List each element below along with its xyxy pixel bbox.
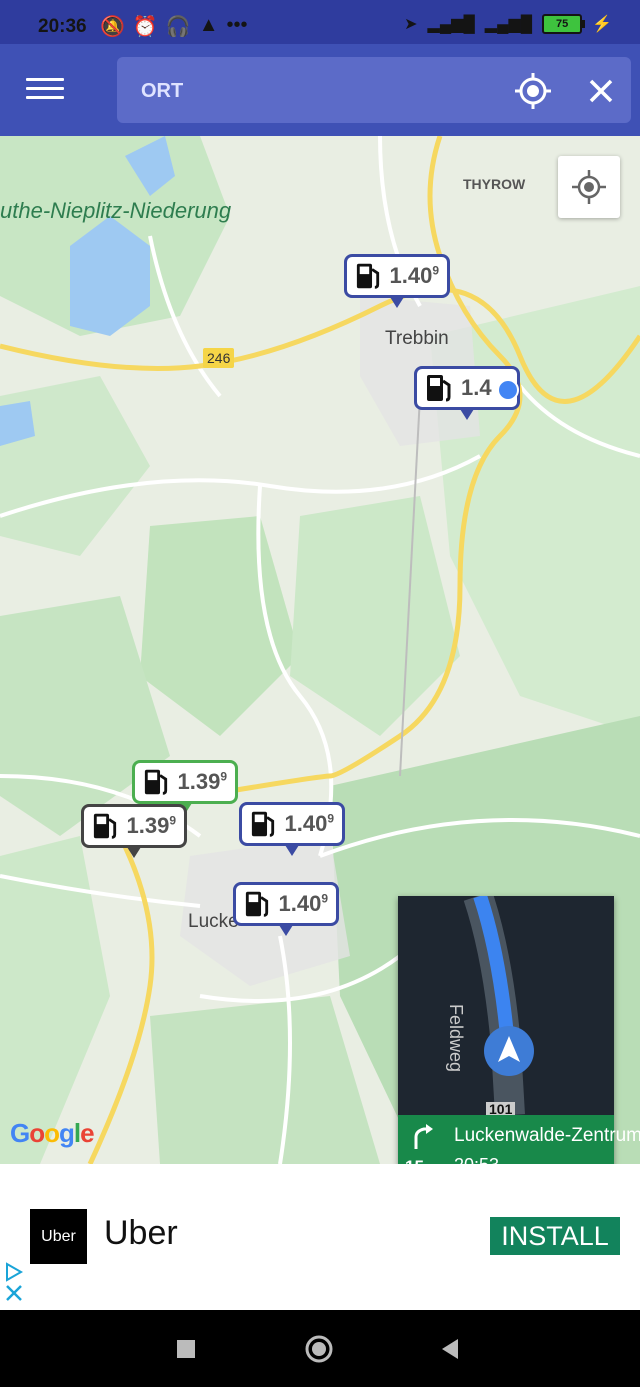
town-label-luckenwalde: Lucke bbox=[188, 911, 239, 932]
station-marker[interactable]: 1.409 bbox=[344, 254, 450, 308]
app-bar bbox=[0, 44, 640, 136]
station-marker-closed[interactable]: 1.399 bbox=[81, 804, 187, 858]
fuel-pump-icon bbox=[93, 813, 117, 839]
fuel-pump-icon bbox=[144, 769, 168, 795]
menu-icon-line bbox=[26, 78, 64, 81]
signal-lte-icon: ▂▄▆█ bbox=[427, 16, 475, 33]
price-label: 1.409 bbox=[284, 811, 334, 836]
close-icon bbox=[589, 79, 613, 103]
current-location-dot bbox=[497, 379, 519, 401]
town-label-thyrow: THYROW bbox=[463, 176, 526, 192]
battery-icon: 75 bbox=[542, 14, 586, 34]
back-button[interactable] bbox=[436, 1334, 466, 1364]
town-label-trebbin: Trebbin bbox=[385, 328, 449, 349]
status-time: 20:36 bbox=[38, 16, 87, 37]
ad-choices[interactable] bbox=[4, 1262, 24, 1302]
alarm-icon: ⏰ bbox=[132, 16, 158, 38]
road-name-label: Feldweg bbox=[446, 1004, 466, 1073]
station-marker-cheapest[interactable]: 1.399 bbox=[132, 760, 238, 814]
install-button[interactable]: INSTALL bbox=[490, 1217, 620, 1255]
status-icons-right: ➤ ▂▄▆█ ▂▄▆█ 75 ⚡ bbox=[404, 14, 612, 34]
station-marker[interactable]: 1.409 bbox=[233, 882, 339, 936]
price-label: 1.409 bbox=[278, 891, 328, 916]
gps-icon bbox=[572, 170, 606, 204]
navigation-overlay[interactable]: Feldweg 101 15 km Luckenwalde-Zentrum 20… bbox=[398, 896, 640, 1183]
more-notifications-icon: ••• bbox=[226, 14, 248, 36]
heading-arrow-icon bbox=[484, 1026, 534, 1076]
station-marker[interactable]: 1.409 bbox=[239, 802, 345, 856]
google-logo: Google bbox=[10, 1118, 95, 1148]
search-box bbox=[117, 57, 631, 125]
fuel-pump-icon bbox=[356, 263, 380, 289]
price-label: 1.399 bbox=[177, 769, 227, 794]
signal-roaming-icon: ▂▄▆█ bbox=[484, 16, 533, 33]
locate-button[interactable] bbox=[513, 71, 553, 111]
my-location-button[interactable] bbox=[558, 156, 620, 218]
menu-icon-line bbox=[26, 96, 64, 99]
fuel-pump-icon bbox=[245, 891, 269, 917]
destination-label: Luckenwalde-Zentrum bbox=[454, 1125, 640, 1146]
square-icon bbox=[177, 1340, 195, 1358]
price-label: 1.4 bbox=[461, 375, 492, 400]
nature-reserve-label: uthe-Nieplitz-Niederung bbox=[0, 198, 232, 223]
charging-icon: ⚡ bbox=[592, 16, 612, 33]
road-shield: 246 bbox=[203, 348, 235, 368]
turn-right-icon bbox=[414, 1124, 433, 1149]
ad-app-name: Uber bbox=[104, 1214, 178, 1252]
route-line bbox=[463, 896, 525, 1115]
route-badge: 101 bbox=[486, 1102, 516, 1115]
circle-icon bbox=[305, 1335, 333, 1363]
crosshair-icon bbox=[515, 73, 551, 109]
status-icons-left: 🔕 ⏰ 🎧 ▲ ••• bbox=[100, 14, 248, 39]
fuel-pump-icon bbox=[251, 811, 275, 837]
mute-icon: 🔕 bbox=[100, 16, 125, 38]
price-label: 1.409 bbox=[389, 263, 439, 288]
fuel-pump-icon bbox=[427, 375, 451, 402]
home-button[interactable] bbox=[304, 1334, 334, 1364]
location-icon: ➤ bbox=[404, 16, 418, 33]
ad-banner[interactable]: Uber Uber INSTALL bbox=[0, 1164, 640, 1310]
triangle-back-icon bbox=[442, 1339, 458, 1359]
uber-logo: Uber bbox=[30, 1209, 87, 1264]
clear-search-button[interactable] bbox=[581, 71, 621, 111]
navigation-icon: ▲ bbox=[198, 14, 219, 36]
search-input[interactable] bbox=[139, 57, 503, 125]
menu-button[interactable] bbox=[22, 72, 68, 108]
price-label: 1.399 bbox=[126, 813, 176, 838]
system-nav-bar bbox=[0, 1310, 640, 1387]
ad-choices-icon bbox=[6, 1262, 24, 1301]
headphones-icon: 🎧 bbox=[165, 16, 191, 38]
recent-apps-button[interactable] bbox=[171, 1334, 201, 1364]
menu-icon-line bbox=[26, 87, 64, 90]
station-marker[interactable]: 1.4 bbox=[414, 366, 520, 420]
